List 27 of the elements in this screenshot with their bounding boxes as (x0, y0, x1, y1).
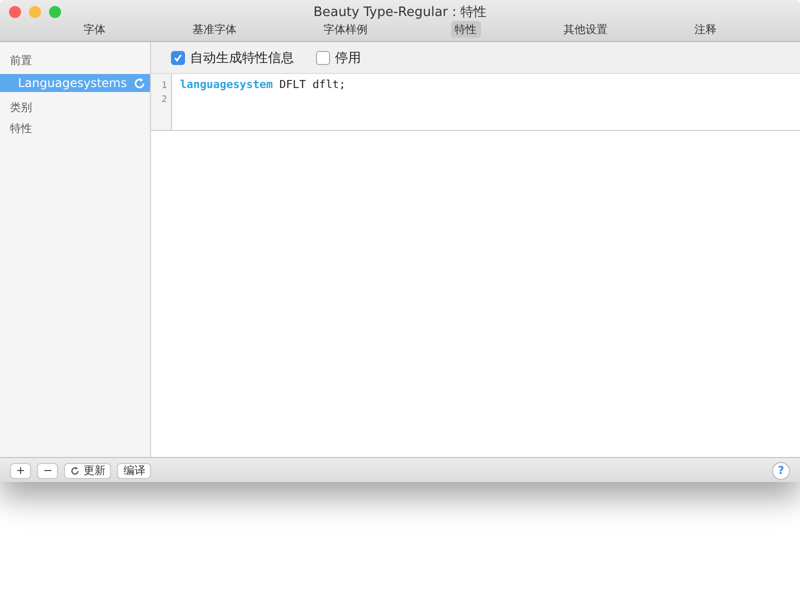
refresh-button[interactable]: 更新 (64, 462, 112, 478)
code-line: languagesystem DFLT dflt; (180, 78, 346, 92)
checkbox-label: 自动生成特性信息 (190, 50, 294, 66)
section-header: 特性 (9, 121, 33, 136)
checkbox[interactable] (171, 50, 185, 64)
toolbar-button[interactable]: + (10, 462, 32, 478)
checkbox[interactable] (316, 50, 330, 64)
checkmark-icon (173, 52, 183, 62)
refresh-icon (70, 466, 80, 476)
tab[interactable]: 字体 (80, 21, 110, 38)
zoom-icon[interactable] (49, 6, 61, 18)
tab[interactable]: 其他设置 (560, 21, 612, 38)
tab[interactable]: 特性 (450, 21, 480, 38)
tab[interactable]: 字体样例 (320, 21, 372, 38)
tab[interactable]: 注释 (690, 21, 720, 38)
close-icon[interactable] (9, 6, 21, 18)
minimize-icon[interactable] (29, 6, 41, 18)
tab[interactable]: 基准字体 (188, 21, 240, 38)
checkbox-label: 停用 (335, 50, 361, 66)
window-title: Beauty Type-Regular : 特性 (313, 4, 487, 20)
section-header: 前置 (9, 53, 33, 68)
section-header: 类别 (9, 100, 33, 115)
refresh-icon[interactable] (133, 76, 146, 90)
line-number: 1 (160, 81, 167, 93)
compile-button[interactable]: 编译 (117, 462, 152, 478)
toolbar-button[interactable]: − (37, 462, 58, 478)
line-number: 2 (160, 95, 167, 107)
